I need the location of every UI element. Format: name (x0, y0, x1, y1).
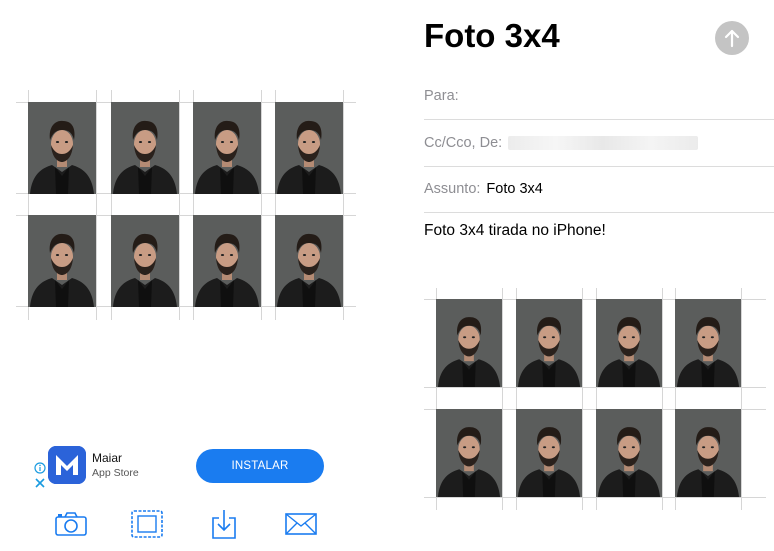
to-label: Para: (424, 88, 459, 104)
arrow-up-icon (724, 29, 740, 48)
passport-photo (275, 102, 343, 194)
passport-photo (516, 299, 582, 387)
subject-value: Foto 3x4 (486, 181, 543, 197)
passport-photo (111, 102, 179, 194)
passport-photo (675, 409, 741, 497)
subject-label: Assunto: (424, 181, 481, 197)
ad-store-label: App Store (92, 467, 139, 479)
cut-line (582, 288, 583, 510)
passport-photo (111, 215, 179, 307)
cut-line (179, 90, 180, 320)
cut-line (343, 90, 344, 320)
field-divider (424, 166, 774, 167)
ad-close-icon[interactable] (34, 476, 46, 488)
mail-icon[interactable] (283, 506, 319, 542)
compose-title: Foto 3x4 (424, 17, 560, 54)
cut-line (502, 288, 503, 510)
photo-print-preview-pane: Maiar App Store INSTALAR (0, 0, 390, 551)
cut-line (662, 288, 663, 510)
passport-photo (275, 215, 343, 307)
passport-photo (193, 102, 261, 194)
passport-photo (28, 102, 96, 194)
passport-photo (675, 299, 741, 387)
field-divider (424, 212, 774, 213)
passport-photo (193, 215, 261, 307)
cut-line (741, 288, 742, 510)
download-icon[interactable] (206, 506, 242, 542)
attached-photo-sheet (424, 288, 766, 510)
install-button[interactable]: INSTALAR (196, 449, 324, 483)
passport-photo (436, 299, 502, 387)
passport-photo (516, 409, 582, 497)
to-field[interactable]: Para: (424, 88, 768, 104)
cut-line (96, 90, 97, 320)
field-divider (424, 119, 774, 120)
send-button[interactable] (715, 21, 749, 55)
passport-photo (436, 409, 502, 497)
subject-field[interactable]: Assunto: Foto 3x4 (424, 181, 768, 197)
redacted-sender-address (508, 136, 698, 150)
passport-photo (28, 215, 96, 307)
cc-from-label: Cc/Cco, De: (424, 135, 503, 151)
passport-photo (596, 409, 662, 497)
ad-app-name: Maiar (92, 451, 123, 465)
cut-line (424, 387, 766, 388)
message-body[interactable]: Foto 3x4 tirada no iPhone! (424, 222, 606, 240)
photo-sheet (16, 90, 356, 320)
passport-photo (596, 299, 662, 387)
cut-line (424, 497, 766, 498)
photo-frame-icon[interactable] (129, 506, 165, 542)
cut-line (261, 90, 262, 320)
camera-icon[interactable] (53, 506, 89, 542)
mail-compose-pane: Foto 3x4 Para: Cc/Cco, De: Assunto: Foto … (410, 0, 774, 551)
ad-info-icon[interactable] (34, 461, 46, 474)
app-logo-icon (48, 446, 86, 484)
